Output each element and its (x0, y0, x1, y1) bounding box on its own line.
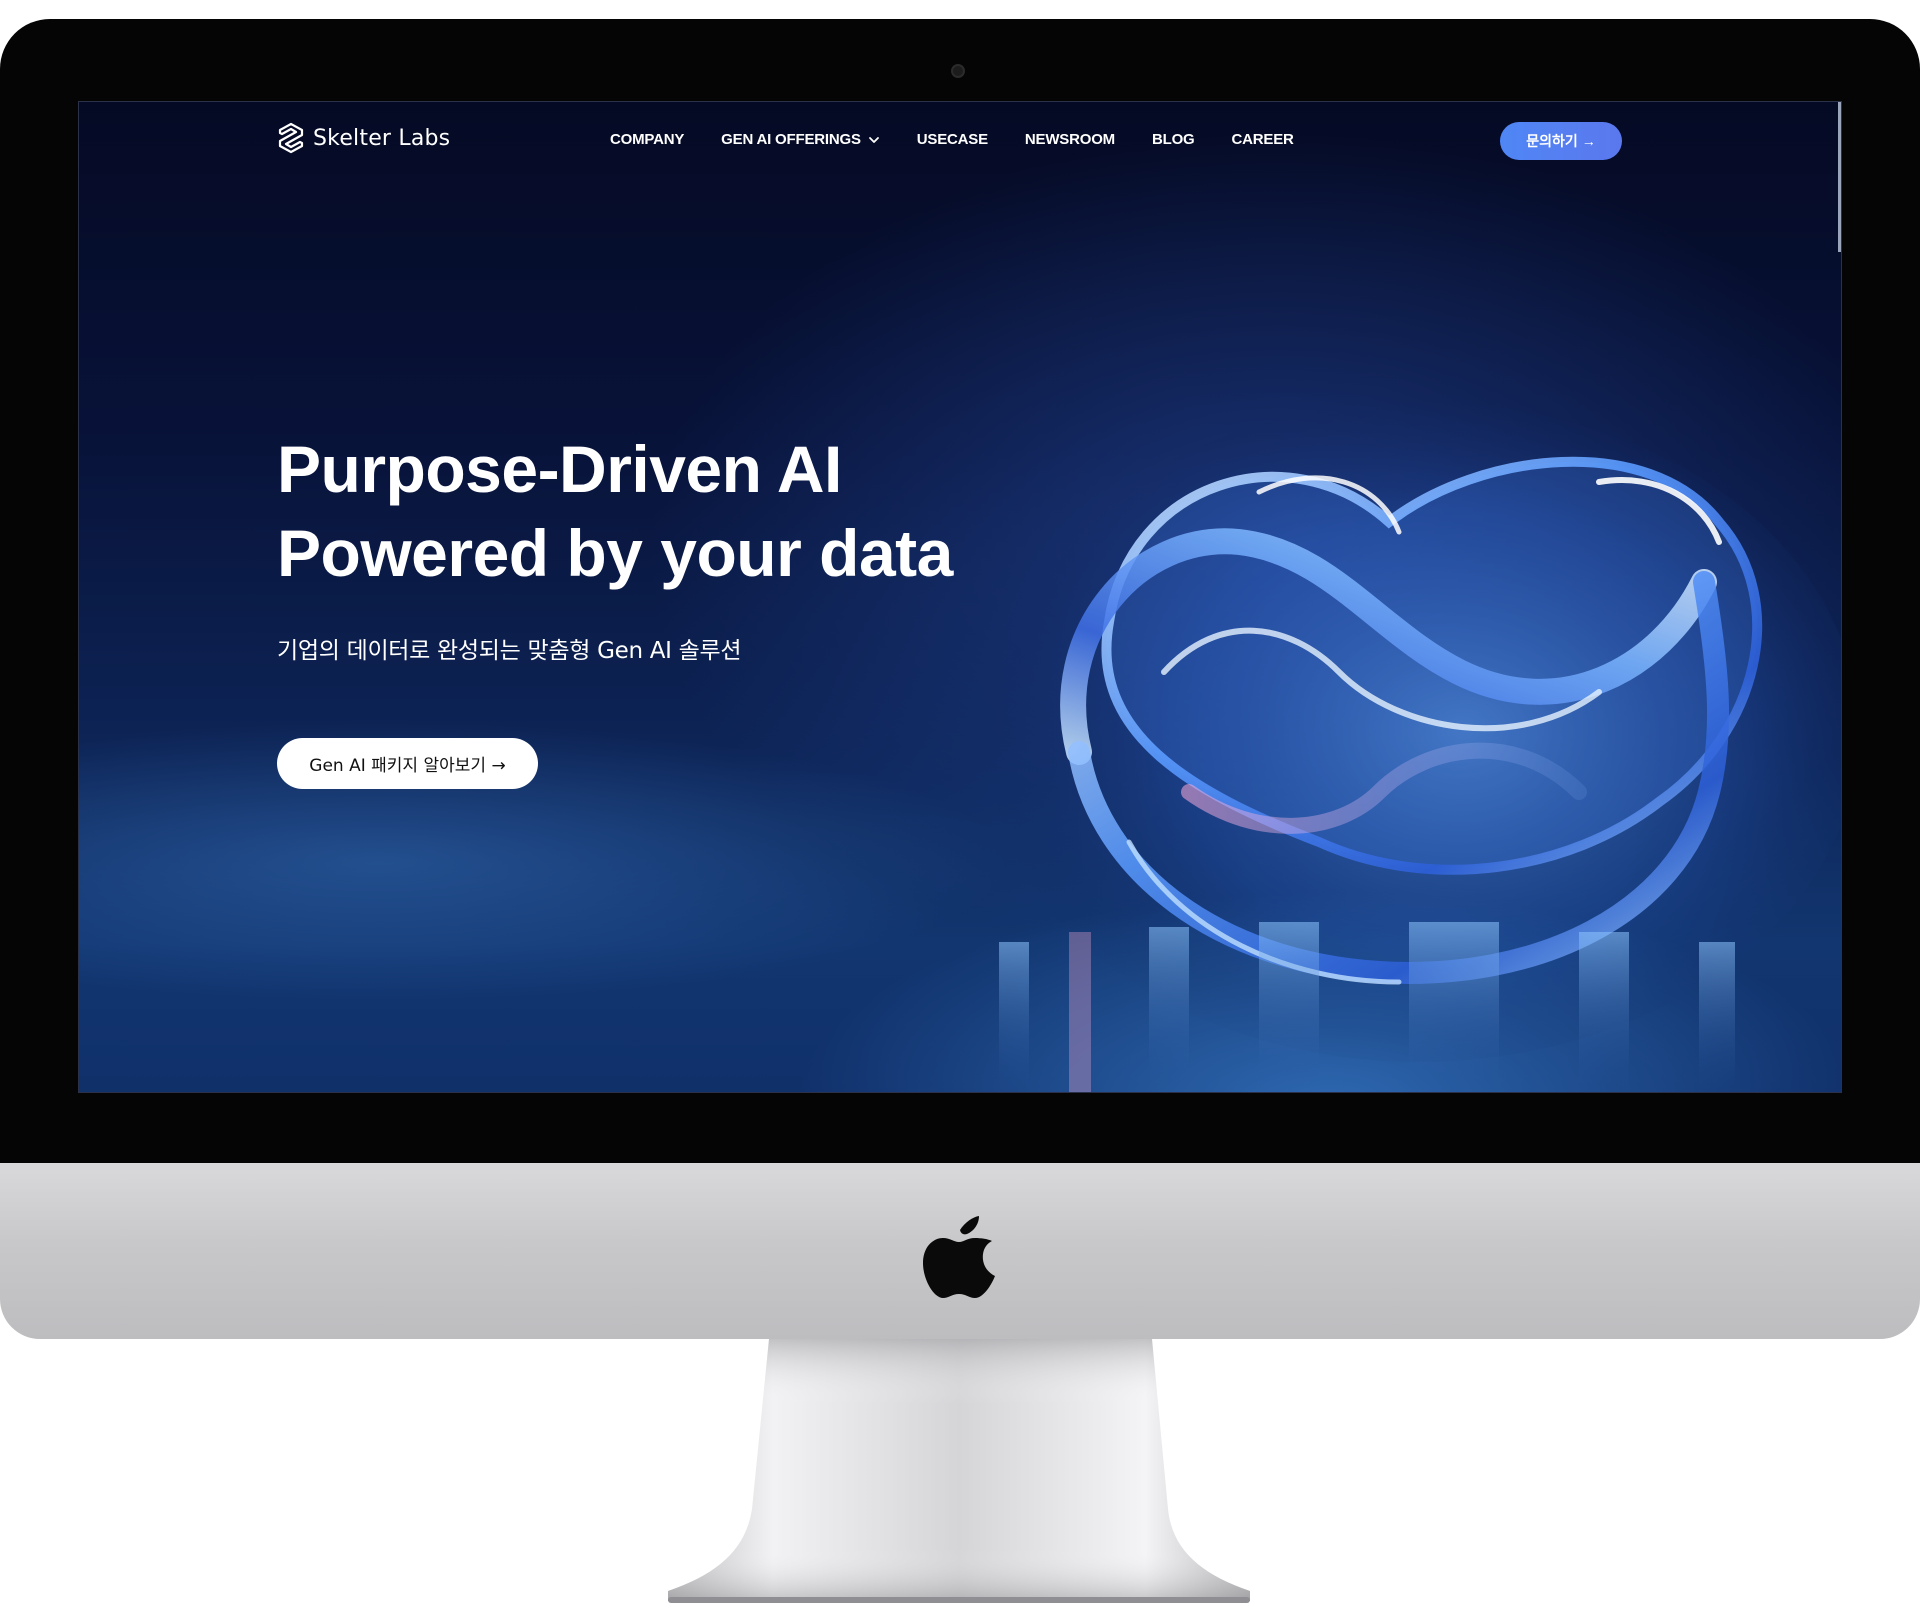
imac-stand (668, 1339, 1250, 1603)
gen-ai-package-button-label: Gen AI 패키지 알아보기 → (309, 756, 506, 776)
contact-button[interactable]: 문의하기 → (1500, 122, 1622, 160)
hero-title: Purpose-Driven AI Powered by your data (277, 427, 953, 595)
browser-viewport: Skelter Labs COMPANY GEN AI OFFERINGS US… (78, 101, 1842, 1093)
nav-item-label: NEWSROOM (1024, 131, 1115, 148)
imac-chin (0, 1163, 1920, 1339)
nav-item-newsroom[interactable]: NEWSROOM (1025, 131, 1115, 148)
skelter-labs-logo-icon (278, 122, 304, 154)
contact-button-label: 문의하기 → (1526, 133, 1596, 149)
apple-icon (923, 1216, 995, 1298)
gen-ai-package-button[interactable]: Gen AI 패키지 알아보기 → (277, 738, 538, 789)
nav-item-career[interactable]: CAREER (1232, 131, 1294, 148)
hero-subtitle: 기업의 데이터로 완성되는 맞춤형 Gen AI 솔루션 (277, 638, 742, 664)
nav-item-label: GEN AI OFFERINGS (721, 131, 861, 148)
nav-item-label: CAREER (1231, 131, 1294, 148)
brand-logo[interactable]: Skelter Labs (277, 122, 450, 154)
hero-title-line-1: Purpose-Driven AI (277, 432, 842, 506)
scrollbar[interactable] (1838, 102, 1841, 252)
chevron-down-icon (868, 136, 879, 143)
nav-item-label: BLOG (1151, 131, 1195, 148)
nav-item-company[interactable]: COMPANY (610, 131, 684, 148)
floor-reflection (999, 922, 1735, 1092)
nav-item-usecase[interactable]: USECASE (917, 131, 988, 148)
nav-item-label: COMPANY (610, 131, 685, 148)
hero-title-line-2: Powered by your data (277, 516, 953, 590)
main-nav: COMPANY GEN AI OFFERINGS USECASE NEWSROO… (610, 131, 1294, 148)
brand-name: Skelter Labs (313, 125, 451, 151)
camera-dot (951, 64, 965, 78)
nav-item-gen-ai-offerings[interactable]: GEN AI OFFERINGS (721, 131, 880, 148)
nav-item-label: USECASE (916, 131, 988, 148)
nav-item-blog[interactable]: BLOG (1152, 131, 1195, 148)
